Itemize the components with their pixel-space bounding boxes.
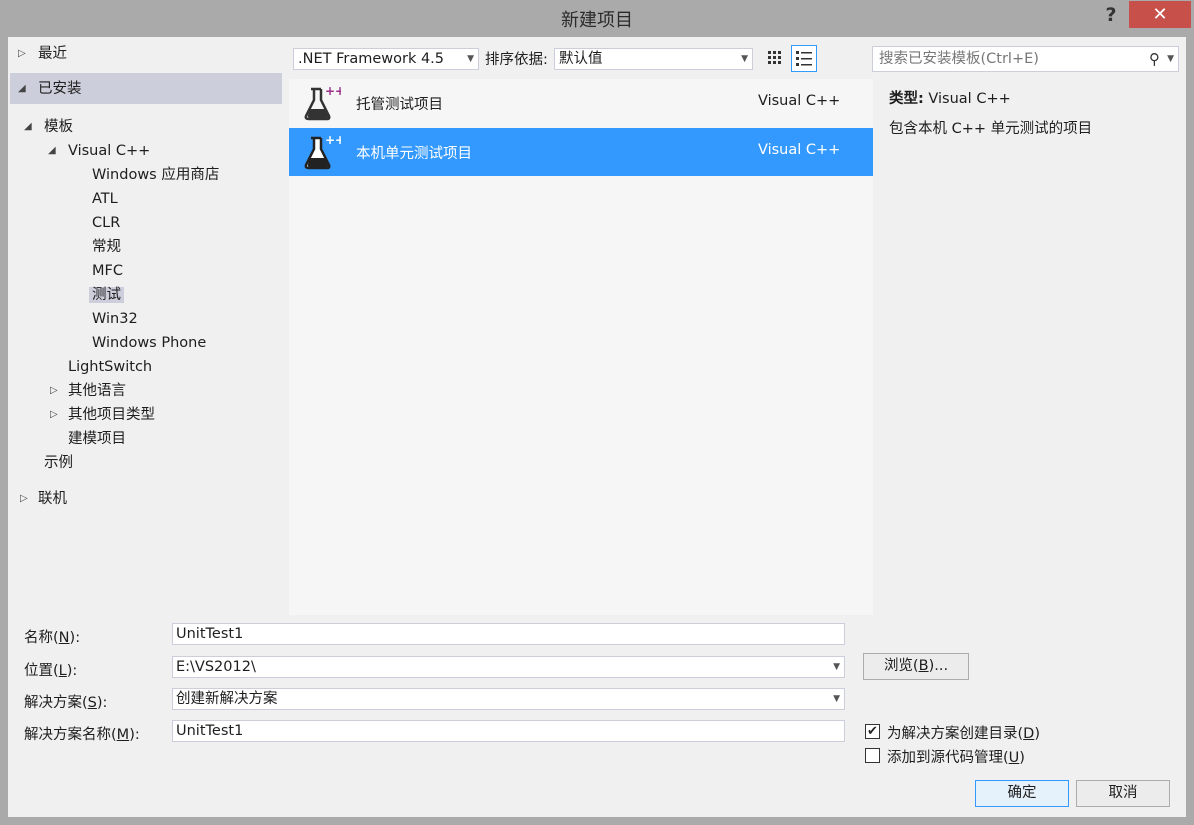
small-icons-view-button[interactable] xyxy=(762,45,788,72)
template-details: 类型: Visual C++ 包含本机 C++ 单元测试的项目 xyxy=(889,87,1179,138)
search-options-arrow-icon[interactable]: ▼ xyxy=(1167,47,1174,71)
sort-dropdown[interactable]: 默认值 ▼ xyxy=(554,48,753,70)
dropdown-arrow-icon: ▼ xyxy=(741,54,748,64)
collapse-arrow-icon[interactable]: ◢ xyxy=(24,115,36,139)
location-combobox[interactable]: E:\VS2012\ ▼ xyxy=(172,656,845,678)
collapse-arrow-icon[interactable]: ◢ xyxy=(48,139,60,163)
dropdown-arrow-icon[interactable]: ▼ xyxy=(833,689,840,709)
name-input[interactable]: UnitTest1 xyxy=(172,623,845,645)
tree-item-test[interactable]: 测试 xyxy=(89,283,124,307)
new-project-dialog: 新建项目 ? ✕ ▷ 最近 ◢ 已安装 ◢ 模板 ◢ Visual C++ Wi… xyxy=(0,0,1194,825)
cancel-button[interactable]: 取消 xyxy=(1076,780,1170,807)
test-flask-icon: ++ xyxy=(304,133,341,170)
ok-button[interactable]: 确定 xyxy=(975,780,1069,807)
solution-name-input[interactable]: UnitTest1 xyxy=(172,720,845,742)
dropdown-arrow-icon[interactable]: ▼ xyxy=(833,657,840,677)
sort-value: 默认值 xyxy=(559,51,603,67)
dropdown-arrow-icon: ▼ xyxy=(467,54,474,64)
tree-item-mfc[interactable]: MFC xyxy=(92,259,123,283)
template-item-managed-test[interactable]: ++ 托管测试项目 Visual C++ xyxy=(289,79,873,127)
sort-label: 排序依据: xyxy=(485,52,548,68)
add-source-control-label: 添加到源代码管理(U) xyxy=(887,750,1025,766)
tree-item-test-label: 测试 xyxy=(89,287,124,303)
tree-item-clr[interactable]: CLR xyxy=(92,211,120,235)
template-language: Visual C++ xyxy=(758,142,841,158)
template-type: 类型: Visual C++ xyxy=(889,91,1011,107)
collapse-arrow-icon[interactable]: ◢ xyxy=(18,77,30,101)
expand-arrow-icon[interactable]: ▷ xyxy=(20,487,32,511)
list-view-button[interactable] xyxy=(791,45,817,72)
browse-button[interactable]: 浏览(B)... xyxy=(863,653,969,680)
create-directory-label: 为解决方案创建目录(D) xyxy=(887,726,1040,742)
tree-item-atl[interactable]: ATL xyxy=(92,187,118,211)
tree-item-windows-phone[interactable]: Windows Phone xyxy=(92,331,206,355)
template-language: Visual C++ xyxy=(758,93,841,109)
framework-value: .NET Framework 4.5 xyxy=(298,51,445,67)
template-name: 本机单元测试项目 xyxy=(356,146,472,162)
template-description: 包含本机 C++ 单元测试的项目 xyxy=(889,121,1093,137)
test-flask-icon: ++ xyxy=(304,84,341,121)
template-search-input[interactable]: 搜索已安装模板(Ctrl+E) ⚲ ▼ xyxy=(872,46,1179,72)
tree-item-win32[interactable]: Win32 xyxy=(92,307,138,331)
tree-item-lightswitch[interactable]: LightSwitch xyxy=(68,355,152,379)
tree-item-general[interactable]: 常规 xyxy=(92,235,121,259)
add-source-control-checkbox[interactable] xyxy=(865,748,880,763)
dialog-client: ▷ 最近 ◢ 已安装 ◢ 模板 ◢ Visual C++ Windows 应用商… xyxy=(8,37,1186,817)
grid-view-icon xyxy=(768,51,781,64)
template-name: 托管测试项目 xyxy=(356,97,443,113)
tree-item-windows-store[interactable]: Windows 应用商店 xyxy=(92,163,219,187)
category-tree: ▷ 最近 ◢ 已安装 ◢ 模板 ◢ Visual C++ Windows 应用商… xyxy=(8,37,283,615)
framework-dropdown[interactable]: .NET Framework 4.5 ▼ xyxy=(293,48,479,70)
tree-item-samples[interactable]: 示例 xyxy=(44,451,73,475)
location-label: 位置(L): xyxy=(24,663,78,679)
title-bar: 新建项目 ? ✕ xyxy=(0,0,1194,36)
solution-name-label: 解决方案名称(M): xyxy=(24,727,140,743)
expand-arrow-icon[interactable]: ▷ xyxy=(50,403,62,427)
template-item-native-unit-test[interactable]: ++ 本机单元测试项目 Visual C++ xyxy=(289,128,873,176)
close-button[interactable]: ✕ xyxy=(1129,1,1191,28)
search-icon[interactable]: ⚲ xyxy=(1149,47,1160,71)
tree-item-modeling-projects[interactable]: 建模项目 xyxy=(68,427,126,451)
svg-text:++: ++ xyxy=(325,133,341,147)
expand-arrow-icon[interactable]: ▷ xyxy=(18,42,30,66)
create-directory-checkbox[interactable]: ✔ xyxy=(865,724,880,739)
list-view-icon xyxy=(796,51,812,66)
search-placeholder: 搜索已安装模板(Ctrl+E) xyxy=(879,51,1039,67)
solution-dropdown[interactable]: 创建新解决方案 ▼ xyxy=(172,688,845,710)
dialog-title: 新建项目 xyxy=(561,10,633,31)
expand-arrow-icon[interactable]: ▷ xyxy=(50,379,62,403)
solution-label: 解决方案(S): xyxy=(24,695,108,711)
name-label: 名称(N): xyxy=(24,630,81,646)
svg-text:++: ++ xyxy=(325,84,341,98)
help-button[interactable]: ? xyxy=(1098,2,1124,28)
template-list: ++ 托管测试项目 Visual C++ ++ 本机单元测试项目 Visual … xyxy=(289,79,873,615)
